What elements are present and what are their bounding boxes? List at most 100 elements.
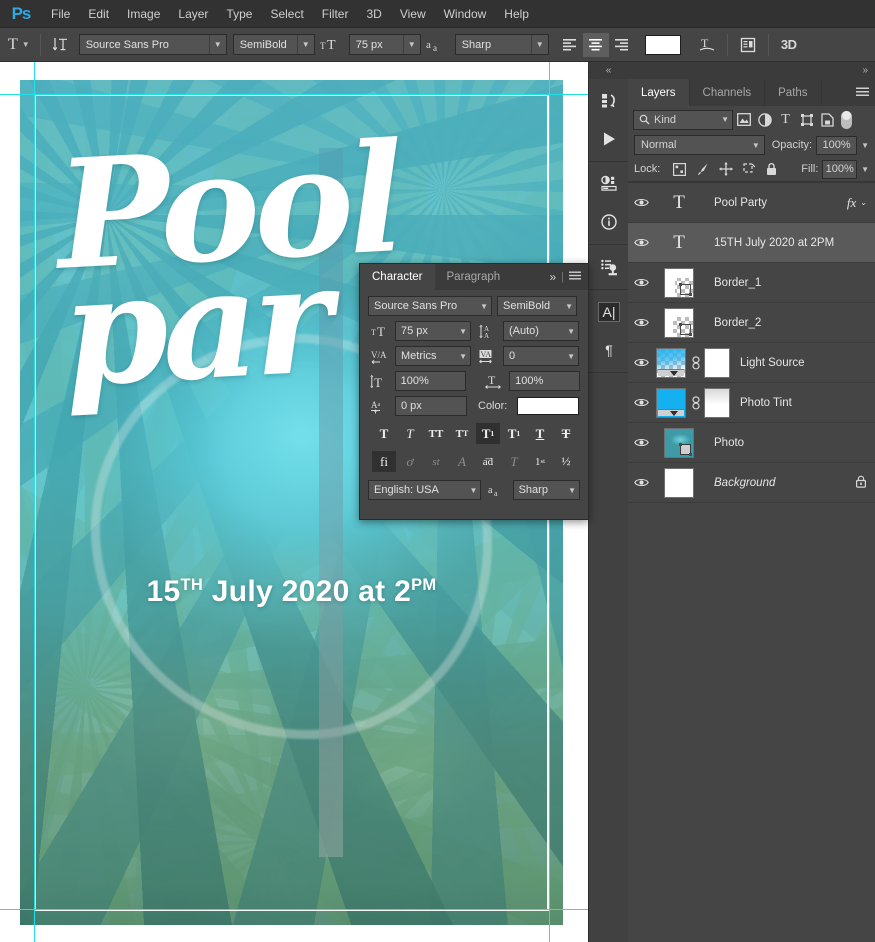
menu-select[interactable]: Select	[261, 0, 312, 28]
link-mask-icon[interactable]	[688, 395, 704, 410]
menu-view[interactable]: View	[391, 0, 435, 28]
superscript-button[interactable]: T1	[476, 423, 500, 444]
table-row[interactable]: Photo	[628, 423, 875, 463]
menu-layer[interactable]: Layer	[169, 0, 217, 28]
standard-ligatures-button[interactable]: fi	[372, 451, 396, 472]
paragraph-panel-icon[interactable]: ¶	[589, 331, 629, 369]
layer-name[interactable]: Border_1	[714, 277, 867, 289]
font-family-select[interactable]: Source Sans Pro ▼	[78, 34, 227, 55]
layer-name[interactable]: 15TH July 2020 at 2PM	[714, 237, 867, 249]
char-vertical-scale-input[interactable]: 100%	[394, 371, 466, 391]
create-warped-text-icon[interactable]: T	[693, 33, 721, 57]
menu-type[interactable]: Type	[217, 0, 261, 28]
char-font-size-input[interactable]: 75 px ▼	[395, 321, 471, 341]
panel-menu-icon[interactable]	[569, 271, 581, 284]
fractions-button[interactable]: ½	[554, 451, 578, 472]
layer-mask-thumbnail[interactable]	[704, 387, 730, 418]
small-caps-button[interactable]: TT	[450, 423, 474, 444]
faux-bold-button[interactable]: T	[372, 423, 396, 444]
tab-paragraph[interactable]: Paragraph	[435, 264, 513, 290]
info-icon[interactable]	[589, 203, 629, 241]
table-row[interactable]: Photo Tint	[628, 383, 875, 423]
char-color-swatch[interactable]	[517, 397, 580, 415]
lock-position-icon[interactable]	[714, 159, 737, 179]
stylistic-alternates-button[interactable]: a͞d	[476, 451, 500, 472]
char-font-style-select[interactable]: SemiBold ▼	[497, 296, 577, 316]
titling-alternates-button[interactable]: T	[502, 451, 526, 472]
layer-name[interactable]: Border_2	[714, 317, 867, 329]
layer-name[interactable]: Pool Party	[714, 197, 847, 209]
fill-input[interactable]: 100%	[822, 159, 858, 179]
font-size-select[interactable]: 75 px ▼	[348, 34, 421, 55]
chevron-down-icon[interactable]: ▼	[861, 141, 869, 150]
menu-3d[interactable]: 3D	[357, 0, 390, 28]
table-row[interactable]: Light Source	[628, 343, 875, 383]
char-antialias-select[interactable]: Sharp ▼	[512, 480, 580, 500]
contextual-alternates-button[interactable]: ơ	[398, 451, 422, 472]
all-caps-button[interactable]: TT	[424, 423, 448, 444]
menu-edit[interactable]: Edit	[79, 0, 118, 28]
align-left-button[interactable]	[557, 33, 583, 57]
tab-channels[interactable]: Channels	[690, 79, 766, 106]
font-style-select[interactable]: SemiBold ▼	[232, 34, 315, 55]
adjustment-layer-filter-icon[interactable]	[754, 109, 775, 130]
layer-visibility-toggle[interactable]	[628, 317, 654, 328]
guide-horizontal-top[interactable]	[0, 94, 588, 95]
menu-file[interactable]: File	[42, 0, 79, 28]
ordinals-button[interactable]: 1st	[528, 451, 552, 472]
strikethrough-button[interactable]: T	[554, 423, 578, 444]
swash-button[interactable]: A	[450, 451, 474, 472]
adjustments-icon[interactable]	[589, 165, 629, 203]
expand-icon[interactable]: »	[549, 270, 556, 284]
layer-visibility-toggle[interactable]	[628, 277, 654, 288]
layer-effects-icon[interactable]: fx	[847, 195, 856, 211]
table-row[interactable]: T 15TH July 2020 at 2PM	[628, 223, 875, 263]
three-d-mode-icon[interactable]: 3D	[775, 33, 803, 57]
history-icon[interactable]	[589, 82, 629, 120]
char-horizontal-scale-input[interactable]: 100%	[509, 371, 580, 391]
collapse-panels-icon[interactable]: «	[589, 62, 628, 79]
layer-name[interactable]: Photo	[714, 437, 867, 449]
toggle-text-orientation-icon[interactable]	[47, 33, 75, 57]
chevron-down-icon[interactable]: ⌄	[860, 198, 867, 207]
tab-character[interactable]: Character	[360, 264, 435, 290]
align-right-button[interactable]	[609, 33, 635, 57]
collapse-panels-icon[interactable]: »	[628, 62, 875, 79]
smart-object-filter-icon[interactable]	[817, 109, 838, 130]
table-row[interactable]: T Pool Party fx ⌄	[628, 183, 875, 223]
pixel-layer-filter-icon[interactable]	[733, 109, 754, 130]
table-row[interactable]: Background	[628, 463, 875, 503]
filter-kind-select[interactable]: Kind ▼	[633, 109, 733, 130]
lock-transparent-pixels-icon[interactable]	[668, 159, 691, 179]
layer-name[interactable]: Light Source	[740, 357, 867, 369]
char-language-select[interactable]: English: USA ▼	[368, 480, 482, 500]
table-row[interactable]: Border_1	[628, 263, 875, 303]
lock-all-icon[interactable]	[760, 159, 783, 179]
shape-layer-filter-icon[interactable]	[796, 109, 817, 130]
guide-horizontal-bottom[interactable]	[0, 909, 588, 910]
layer-visibility-toggle[interactable]	[628, 397, 654, 408]
menu-filter[interactable]: Filter	[313, 0, 358, 28]
menu-help[interactable]: Help	[495, 0, 538, 28]
lock-artboard-nesting-icon[interactable]	[737, 159, 760, 179]
link-mask-icon[interactable]	[688, 355, 704, 370]
layer-mask-thumbnail[interactable]	[704, 347, 730, 378]
actions-play-icon[interactable]	[589, 120, 629, 158]
table-row[interactable]: Border_2	[628, 303, 875, 343]
poster-date-text[interactable]: 15TH July 2020 at 2PM	[20, 575, 563, 609]
layer-visibility-toggle[interactable]	[628, 357, 654, 368]
menu-image[interactable]: Image	[118, 0, 169, 28]
layer-visibility-toggle[interactable]	[628, 477, 654, 488]
layer-name[interactable]: Photo Tint	[740, 397, 867, 409]
panel-menu-icon[interactable]	[849, 79, 875, 106]
layer-visibility-toggle[interactable]	[628, 237, 654, 248]
blend-mode-select[interactable]: Normal ▼	[634, 135, 765, 155]
character-panel-icon[interactable]: A|	[589, 293, 629, 331]
layer-visibility-toggle[interactable]	[628, 197, 654, 208]
char-tracking-input[interactable]: 0 ▼	[503, 346, 579, 366]
faux-italic-button[interactable]: T	[398, 423, 422, 444]
discretionary-ligatures-button[interactable]: st	[424, 451, 448, 472]
toggle-character-paragraph-panels-icon[interactable]	[734, 33, 762, 57]
tab-paths[interactable]: Paths	[765, 79, 822, 106]
opacity-input[interactable]: 100%	[816, 135, 858, 155]
